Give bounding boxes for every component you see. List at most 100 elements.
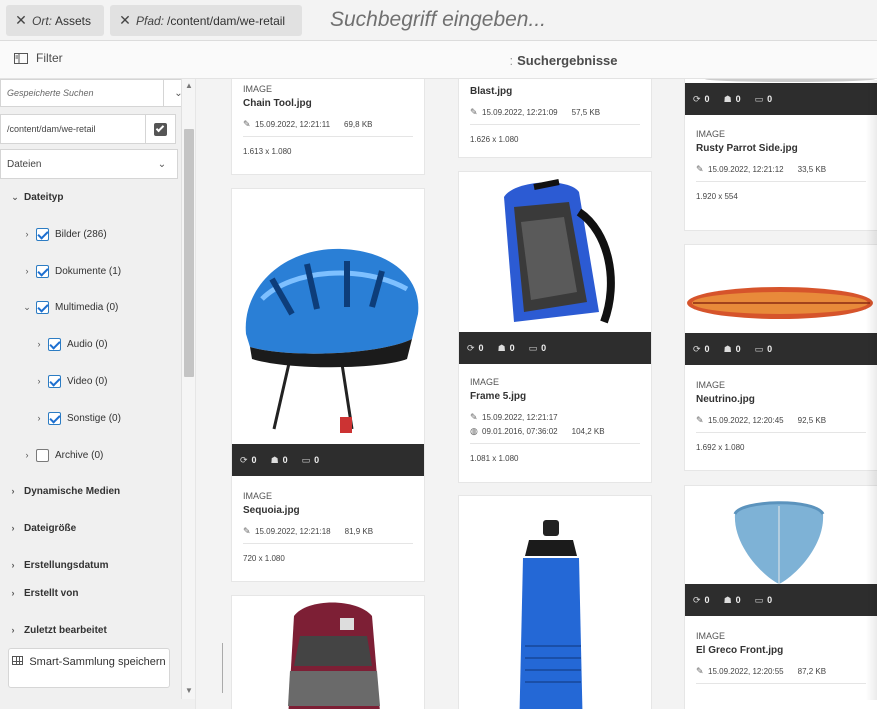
checkbox[interactable]	[48, 374, 61, 388]
published-date: 09.01.2016, 07:36:02	[482, 427, 558, 436]
asset-card[interactable]: ⟳ 0 ☗ 0 ▭ 0 IMAGE Neutrino.jpg ✎ 15.09.2022,…	[684, 244, 877, 471]
section-dynamische-medien[interactable]: › Dynamische Medien	[0, 477, 181, 505]
asset-thumbnail	[232, 189, 424, 444]
asset-card[interactable]: ⟳ 0 ☗ 0 ▭ 0 IMAGE Frame 5.jpg ✎ 15.09.2022, …	[458, 171, 652, 483]
chevron-right-icon[interactable]: ›	[22, 266, 32, 276]
checkbox[interactable]	[36, 448, 49, 462]
chevron-down-icon[interactable]: ⌄	[22, 302, 32, 313]
pencil-icon: ✎	[696, 164, 704, 174]
tree-label: Bilder (286)	[55, 228, 107, 240]
asset-card[interactable]	[458, 495, 652, 709]
chevron-right-icon[interactable]: ›	[34, 376, 44, 386]
quick-actions-bar: ⟳ 0 ☗ 0 ▭ 0	[685, 584, 877, 616]
count: 0	[704, 94, 710, 104]
section-zuletzt-bearbeitet[interactable]: › Zuletzt bearbeitet	[0, 616, 181, 644]
saved-searches-select[interactable]: Gespeicherte Suchen ⌄	[0, 79, 194, 107]
chevron-down-icon[interactable]: ⌄	[10, 192, 20, 203]
tree-item-dokumente[interactable]: › Dokumente (1)	[22, 261, 121, 281]
user-icon[interactable]: ☗ 0	[498, 343, 515, 354]
asset-card[interactable]: IMAGE Chain Tool.jpg ✎ 15.09.2022, 12:21:…	[231, 79, 425, 175]
sync-icon[interactable]: ⟳ 0	[467, 343, 484, 354]
asset-card[interactable]: ⟳ 0 ☗ 0 ▭ 0 IMAGE Rusty Parrot Side.jpg ✎ 15…	[684, 79, 877, 231]
assets-search-app: ✕ Ort: Assets ✕ Pfad: /content/dam/we-re…	[0, 0, 877, 709]
divider	[243, 136, 413, 137]
chevron-right-icon[interactable]: ›	[22, 229, 32, 239]
count: 0	[735, 595, 741, 605]
tree-item-multimedia[interactable]: ⌄ Multimedia (0)	[22, 297, 118, 317]
section-erstellungsdatum[interactable]: › Erstellungsdatum	[0, 551, 181, 579]
globe-icon: ◍	[470, 426, 478, 436]
asset-name: Neutrino.jpg	[696, 394, 755, 405]
tag-value: /content/dam/we-retail	[167, 13, 286, 28]
checkbox[interactable]	[36, 300, 49, 314]
checkbox[interactable]	[48, 337, 61, 351]
checkbox[interactable]	[36, 227, 49, 241]
close-icon[interactable]: ✕	[114, 12, 136, 29]
close-icon[interactable]: ✕	[10, 12, 32, 29]
comment-icon[interactable]: ▭ 0	[302, 455, 320, 466]
sync-icon[interactable]: ⟳ 0	[240, 455, 257, 466]
path-field[interactable]: /content/dam/we-retail	[0, 114, 176, 144]
checkbox[interactable]	[36, 264, 49, 278]
tree-item-video[interactable]: › Video (0)	[34, 371, 107, 391]
scrollbar-thumb[interactable]	[184, 129, 194, 377]
filter-toggle-button[interactable]: Filter	[14, 51, 63, 65]
section-erstellt-von[interactable]: › Erstellt von	[0, 579, 181, 607]
tree-item-bilder[interactable]: › Bilder (286)	[22, 224, 107, 244]
path-browse-checkbox[interactable]	[145, 115, 175, 143]
tree-item-dateityp[interactable]: ⌄ Dateityp	[10, 187, 63, 207]
tree-label: Archive (0)	[55, 449, 104, 461]
file-size: 104,2 KB	[571, 427, 605, 436]
chevron-right-icon[interactable]: ›	[34, 413, 44, 423]
scroll-down-icon[interactable]: ▼	[185, 686, 193, 695]
count: 0	[767, 94, 773, 104]
tree-item-sonstige[interactable]: › Sonstige (0)	[34, 408, 121, 428]
page-title: : Suchergebnisse	[509, 53, 618, 68]
section-dateigroesse[interactable]: › Dateigröße	[0, 514, 181, 542]
sync-icon[interactable]: ⟳ 0	[693, 344, 710, 355]
surfboard-image	[687, 287, 873, 319]
user-icon[interactable]: ☗ 0	[724, 595, 741, 606]
asset-thumbnail	[459, 172, 651, 332]
action-bar: : Suchergebnisse Filter	[0, 41, 877, 79]
search-tag-path[interactable]: ✕ Pfad: /content/dam/we-retail	[110, 5, 302, 36]
section-label: Dynamische Medien	[24, 485, 121, 497]
chevron-right-icon[interactable]: ›	[22, 450, 32, 460]
type-select[interactable]: Dateien ⌄	[0, 149, 178, 179]
checkbox[interactable]	[48, 411, 61, 425]
asset-thumbnail	[685, 486, 877, 586]
user-icon[interactable]: ☗ 0	[271, 455, 288, 466]
sync-icon[interactable]: ⟳ 0	[693, 94, 710, 105]
divider	[470, 443, 640, 444]
sidebar-icon	[14, 52, 28, 64]
comment-icon[interactable]: ▭ 0	[755, 344, 773, 355]
comment-icon[interactable]: ▭ 0	[529, 343, 547, 354]
dimensions: 1.626 x 1.080	[470, 135, 519, 144]
tree-item-archive[interactable]: › Archive (0)	[22, 445, 103, 465]
file-size: 69,8 KB	[344, 120, 373, 129]
comment-icon[interactable]: ▭ 0	[755, 94, 773, 105]
search-tag-location[interactable]: ✕ Ort: Assets	[6, 5, 104, 36]
user-icon[interactable]: ☗ 0	[724, 94, 741, 105]
asset-card[interactable]	[231, 595, 425, 709]
sync-icon[interactable]: ⟳ 0	[693, 595, 710, 606]
chevron-down-icon[interactable]: ⌄	[147, 150, 177, 178]
modified-date: 15.09.2022, 12:21:18	[255, 527, 331, 536]
asset-card[interactable]: Blast.jpg ✎ 15.09.2022, 12:21:09 57,5 KB 1…	[458, 79, 652, 158]
save-smart-collection-button[interactable]: Smart-Sammlung speichern	[8, 648, 170, 688]
quick-actions-bar: ⟳ 0 ☗ 0 ▭ 0	[685, 83, 877, 115]
rail-scrollbar[interactable]: ▲ ▼	[181, 79, 195, 699]
chevron-right-icon: ›	[11, 560, 15, 570]
tree-label: Dokumente (1)	[55, 265, 122, 277]
tree-item-audio[interactable]: › Audio (0)	[34, 334, 108, 354]
asset-card[interactable]: ⟳ 0 ☗ 0 ▭ 0 IMAGE El Greco Front.jpg ✎ 15.09…	[684, 485, 877, 709]
comment-icon[interactable]: ▭ 0	[755, 595, 773, 606]
smart-collection-label: Smart-Sammlung speichern	[29, 656, 166, 668]
scroll-up-icon[interactable]: ▲	[185, 81, 193, 90]
count: 0	[704, 344, 710, 354]
user-icon[interactable]: ☗ 0	[724, 344, 741, 355]
count: 0	[478, 343, 484, 353]
asset-card[interactable]: ⟳ 0 ☗ 0 ▭ 0 IMAGE Sequoia.jpg ✎ 15.09.2022, …	[231, 188, 425, 582]
chevron-right-icon[interactable]: ›	[34, 339, 44, 349]
search-input[interactable]	[318, 3, 858, 37]
